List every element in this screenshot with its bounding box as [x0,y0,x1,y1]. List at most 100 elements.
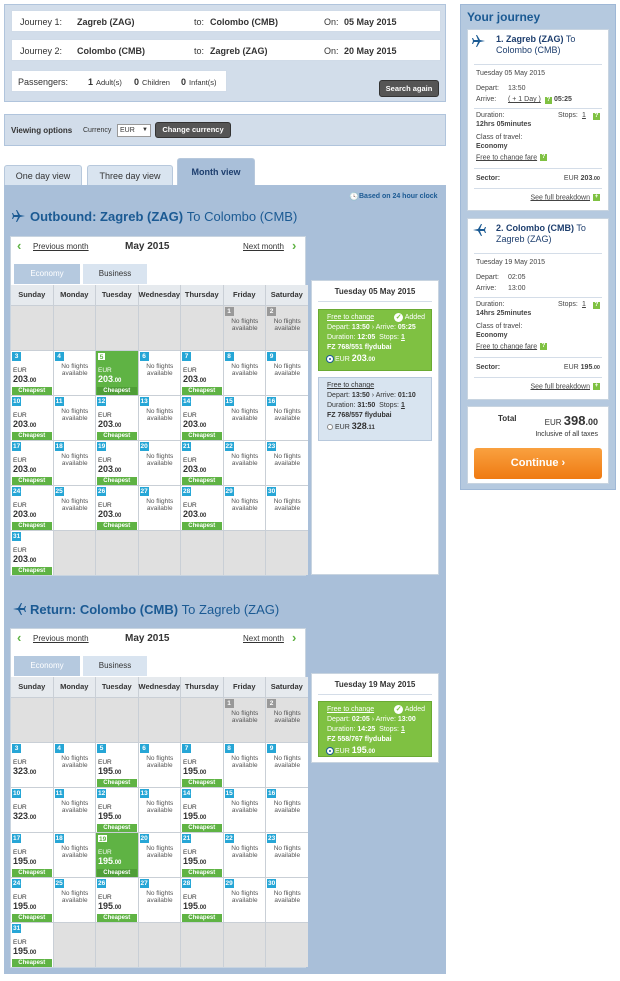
chevron-left-icon[interactable]: ‹ [17,630,21,645]
day-number: 26 [97,879,107,888]
help-icon[interactable]: ? [540,343,548,350]
plus-icon[interactable]: + [593,194,600,201]
calendar-day-cell[interactable]: 26 EUR 203.00 Cheapest [96,486,138,530]
stops-value[interactable]: 1 [582,301,586,308]
stops-value[interactable]: 1 [401,334,405,341]
calendar-day-cell[interactable]: 3 EUR 323.00 [11,743,53,787]
duration-value: 31:50 [357,402,376,409]
calendar-day-cell[interactable]: 14 EUR 195.00 Cheapest [181,788,223,832]
plus-day-link[interactable]: ( + 1 Day ) [508,96,541,103]
calendar-month-title: May 2015 [125,633,170,644]
outbound-option-alternative[interactable]: Free to change Depart: 13:50 › Arrive: 0… [318,377,432,441]
calendar-day-cell[interactable]: 19 EUR 203.00 Cheapest [96,441,138,485]
return-option-selected[interactable]: Free to change ✓ Added Depart: 02:05 › A… [318,701,432,757]
day-number: 29 [224,487,234,496]
calendar-day-cell[interactable]: 19 EUR 195.00 Cheapest [96,833,138,877]
adults-count: 1 [88,77,94,87]
previous-month-link[interactable]: Previous month [33,242,89,251]
help-icon[interactable]: ? [540,154,548,161]
calendar-day-cell[interactable]: 10 EUR 323.00 [11,788,53,832]
day-price: EUR 195.00 [13,939,37,956]
calendar-day-cell[interactable]: 14 EUR 203.00 Cheapest [181,396,223,440]
chevron-right-icon[interactable]: › [292,238,296,253]
calendar-day-cell[interactable]: 24 EUR 195.00 Cheapest [11,878,53,922]
calendar-day-cell[interactable]: 5 EUR 203.00 Cheapest [96,351,138,395]
currency-select[interactable]: EUR ▼ [117,124,151,137]
day-number: 11 [54,397,64,406]
sector-currency: EUR [563,364,579,371]
cabin-tab-economy[interactable]: Economy [14,264,80,284]
calendar-day-cell[interactable]: 12 EUR 203.00 Cheapest [96,396,138,440]
free-to-change-link[interactable]: Free to change [327,382,374,389]
day-number: 10 [12,397,22,406]
day-price: EUR 203.00 [183,457,207,474]
continue-button[interactable]: Continue › [474,448,602,479]
calendar-day-cell[interactable]: 5 EUR 195.00 Cheapest [96,743,138,787]
day-number: 22 [224,442,234,451]
weekday-header: Monday [53,285,95,305]
day-price: EUR 203.00 [98,367,122,384]
calendar-day-cell[interactable]: 10 EUR 203.00 Cheapest [11,396,53,440]
calendar-day-cell[interactable]: 12 EUR 195.00 Cheapest [96,788,138,832]
calendar-day-cell[interactable]: 26 EUR 195.00 Cheapest [96,878,138,922]
search-again-button[interactable]: Search again [379,80,439,97]
stops-value[interactable]: 1 [401,402,405,409]
depart-time: 13:50 [351,324,370,331]
leg-2-to-word: To [576,223,586,233]
cabin-tab-business[interactable]: Business [83,264,147,284]
day-number: 23 [267,442,277,451]
calendar-day-cell[interactable]: 7 EUR 203.00 Cheapest [181,351,223,395]
previous-month-link[interactable]: Previous month [33,634,89,643]
calendar-day-cell[interactable]: 3 EUR 203.00 Cheapest [11,351,53,395]
added-label: Added [404,314,425,321]
help-icon[interactable]: ? [593,302,600,309]
children-count: 0 [134,77,140,87]
calendar-day-cell[interactable]: 17 EUR 195.00 Cheapest [11,833,53,877]
fare-radio[interactable] [327,424,333,431]
cabin-tab-business[interactable]: Business [83,656,147,676]
tab-month-view[interactable]: Month view [177,158,255,186]
outbound-option-selected[interactable]: Free to change ✓ Added Depart: 13:50 › A… [318,309,432,371]
day-price: EUR 195.00 [183,804,207,821]
free-to-change-link[interactable]: Free to change [327,706,374,713]
next-month-link[interactable]: Next month [243,242,284,251]
next-month-link[interactable]: Next month [243,634,284,643]
calendar-day-cell[interactable]: 21 EUR 203.00 Cheapest [181,441,223,485]
stops-value[interactable]: 1 [401,726,405,733]
fare-price: 328 [351,421,367,431]
day-number: 19 [97,442,107,451]
see-full-breakdown-link[interactable]: See full breakdown [530,194,590,201]
change-currency-button[interactable]: Change currency [155,122,231,138]
free-to-change-fare-link[interactable]: Free to change fare [476,343,537,350]
fare-radio-selected[interactable] [327,356,333,363]
tab-three-day-view[interactable]: Three day view [87,165,173,186]
free-to-change-fare-link[interactable]: Free to change fare [476,154,537,161]
chevron-left-icon[interactable]: ‹ [17,238,21,253]
see-full-breakdown-link[interactable]: See full breakdown [530,383,590,390]
help-icon[interactable]: ? [593,113,600,120]
calendar-day-cell[interactable]: 7 EUR 195.00 Cheapest [181,743,223,787]
stops-value[interactable]: 1 [582,112,586,119]
leg-2-date: Tuesday 19 May 2015 [476,259,546,266]
calendar-day-cell[interactable]: 28 EUR 203.00 Cheapest [181,486,223,530]
fare-radio-selected[interactable] [327,748,333,755]
tab-one-day-view[interactable]: One day view [4,165,82,186]
calendar-day-cell: 22 No flights available [223,441,265,485]
fare-currency: EUR [335,424,350,431]
calendar-day-cell[interactable]: 31 EUR 195.00 Cheapest [11,923,53,967]
calendar-day-cell[interactable]: 31 EUR 203.00 Cheapest [11,531,53,575]
empty-day-cell [181,306,223,350]
calendar-day-cell[interactable]: 24 EUR 203.00 Cheapest [11,486,53,530]
arrow-icon: › [371,716,375,723]
cabin-tab-economy[interactable]: Economy [14,656,80,676]
plus-icon[interactable]: + [593,383,600,390]
help-icon[interactable]: ? [545,97,552,104]
day-price: EUR 195.00 [98,759,122,776]
calendar-day-cell[interactable]: 17 EUR 203.00 Cheapest [11,441,53,485]
calendar-day-cell[interactable]: 21 EUR 195.00 Cheapest [181,833,223,877]
calendar-day-cell[interactable]: 28 EUR 195.00 Cheapest [181,878,223,922]
journey-1-label: Journey 1: [20,17,63,27]
cheapest-badge: Cheapest [97,914,137,922]
chevron-right-icon[interactable]: › [292,630,296,645]
free-to-change-link[interactable]: Free to change [327,314,374,321]
